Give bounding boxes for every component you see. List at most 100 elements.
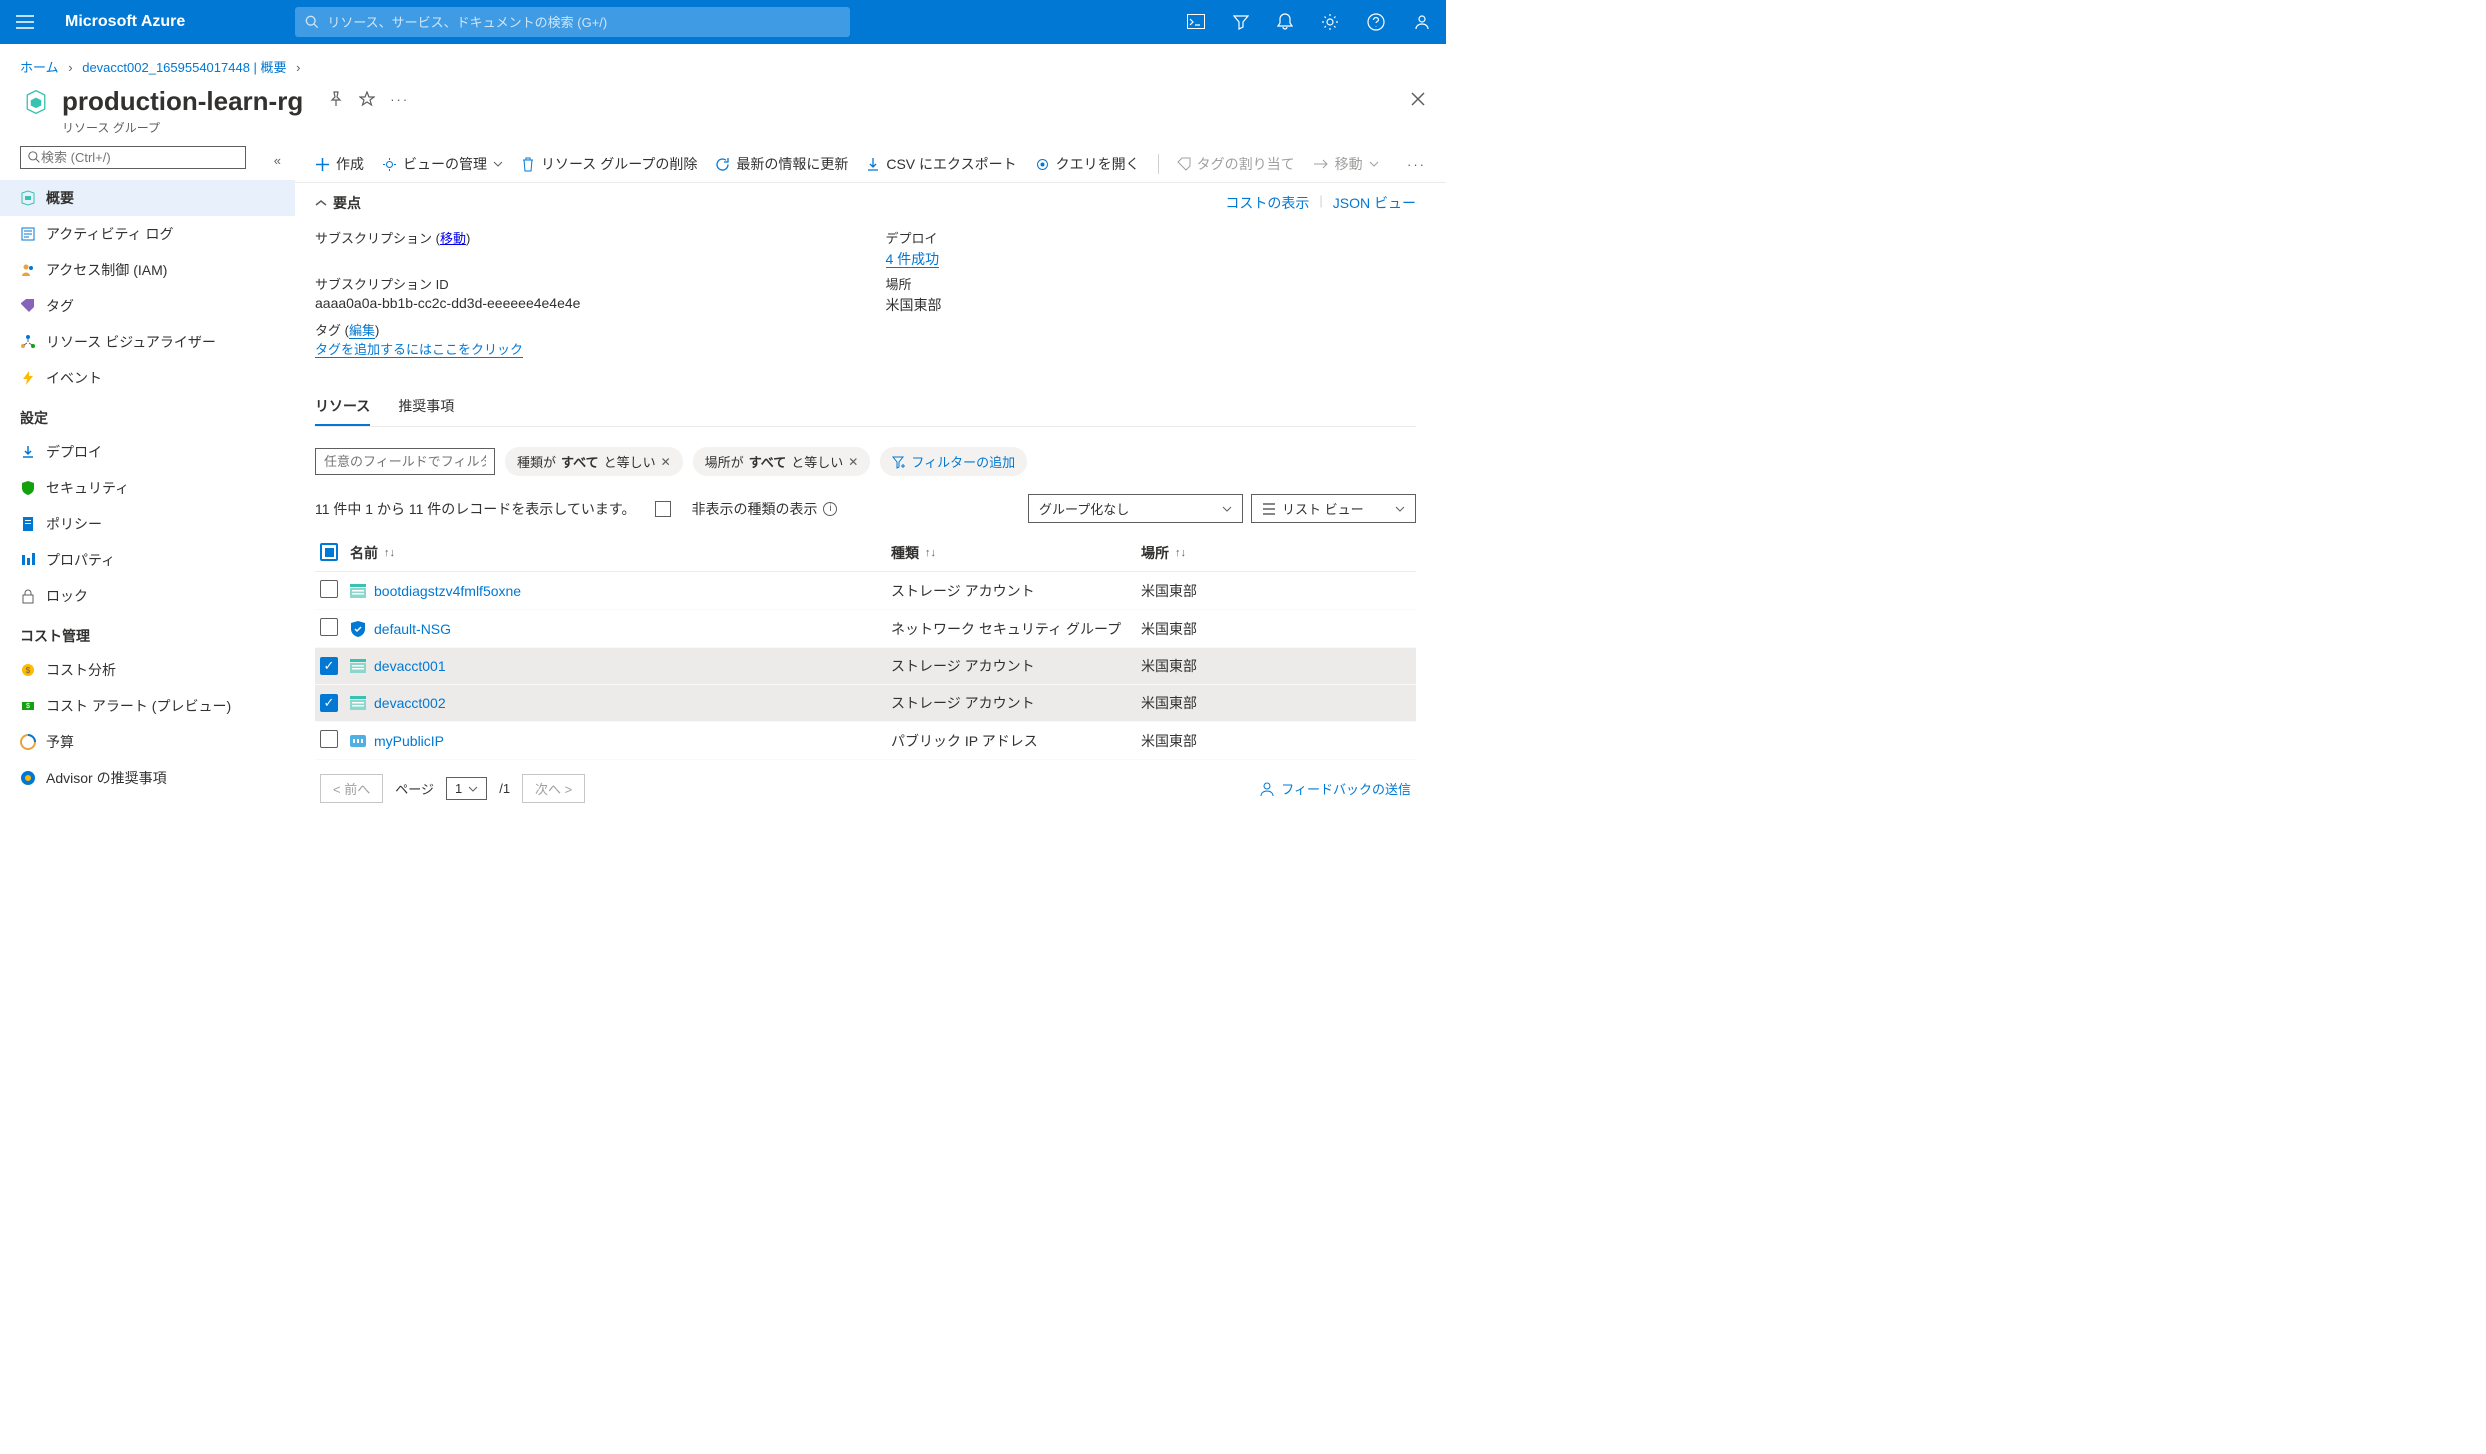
- nav-security[interactable]: セキュリティ: [0, 470, 295, 506]
- resource-link[interactable]: myPublicIP: [374, 733, 444, 749]
- sort-icon[interactable]: ↑↓: [1175, 547, 1186, 559]
- nav-visualizer[interactable]: リソース ビジュアライザー: [0, 324, 295, 360]
- nav-events[interactable]: イベント: [0, 360, 295, 396]
- assign-tag-button[interactable]: タグの割り当て: [1177, 154, 1295, 174]
- nav-activity-log[interactable]: アクティビティ ログ: [0, 216, 295, 252]
- row-checkbox[interactable]: ✓: [320, 694, 338, 712]
- gear-icon: [382, 157, 397, 172]
- sort-icon[interactable]: ↑↓: [384, 547, 395, 559]
- sidebar-search-input[interactable]: [41, 150, 238, 165]
- json-view-link[interactable]: JSON ビュー: [1333, 193, 1416, 213]
- nav-cost-alerts[interactable]: $コスト アラート (プレビュー): [0, 688, 295, 724]
- tags-edit-link[interactable]: 編集: [349, 323, 375, 339]
- table-row[interactable]: ✓ devacct001 ストレージ アカウント 米国東部: [315, 648, 1416, 685]
- resource-link[interactable]: default-NSG: [374, 621, 451, 637]
- star-icon[interactable]: [359, 91, 375, 107]
- chevron-down-icon: [1369, 161, 1379, 167]
- nav-lock[interactable]: ロック: [0, 578, 295, 614]
- delete-rg-button[interactable]: リソース グループの削除: [521, 154, 697, 174]
- pin-icon[interactable]: [328, 91, 344, 107]
- nav-budget[interactable]: 予算: [0, 724, 295, 760]
- prev-page-button[interactable]: < 前へ: [320, 774, 383, 803]
- add-filter-button[interactable]: フィルターの追加: [880, 447, 1027, 476]
- essentials-toggle[interactable]: 要点: [315, 193, 361, 213]
- hamburger-icon[interactable]: [10, 15, 40, 29]
- refresh-button[interactable]: 最新の情報に更新: [715, 154, 848, 174]
- view-management-button[interactable]: ビューの管理: [382, 154, 503, 174]
- row-checkbox[interactable]: ✓: [320, 657, 338, 675]
- group-by-select[interactable]: グループ化なし: [1028, 494, 1243, 523]
- resource-group-icon: [20, 86, 52, 118]
- nav-iam[interactable]: アクセス制御 (IAM): [0, 252, 295, 288]
- breadcrumb-parent[interactable]: devacct002_1659554017448 | 概要: [82, 60, 286, 75]
- tags-add-link[interactable]: タグを追加するにはここをクリック: [315, 342, 523, 358]
- table-row[interactable]: bootdiagstzv4fmlf5oxne ストレージ アカウント 米国東部: [315, 572, 1416, 610]
- sidebar-search[interactable]: [20, 146, 246, 169]
- resource-type: パブリック IP アドレス: [891, 731, 1141, 751]
- cost-view-link[interactable]: コストの表示: [1225, 193, 1309, 213]
- export-csv-button[interactable]: CSV にエクスポート: [866, 154, 1016, 174]
- open-query-button[interactable]: クエリを開く: [1035, 154, 1140, 174]
- cloud-shell-icon[interactable]: [1187, 13, 1205, 31]
- filter-input[interactable]: [315, 448, 495, 475]
- feedback-icon: [1259, 781, 1275, 797]
- table-row[interactable]: default-NSG ネットワーク セキュリティ グループ 米国東部: [315, 610, 1416, 648]
- nav-overview[interactable]: 概要: [0, 180, 295, 216]
- filter-icon[interactable]: [1233, 13, 1249, 31]
- brand-label[interactable]: Microsoft Azure: [65, 13, 185, 31]
- more-icon[interactable]: ···: [390, 92, 409, 107]
- close-icon[interactable]: ✕: [661, 455, 671, 469]
- info-icon[interactable]: i: [823, 502, 837, 516]
- settings-icon[interactable]: [1321, 13, 1339, 31]
- nav-advisor[interactable]: Advisor の推奨事項: [0, 760, 295, 796]
- row-checkbox[interactable]: [320, 618, 338, 636]
- nav-policy[interactable]: ポリシー: [0, 506, 295, 542]
- subscription-move-link[interactable]: 移動: [440, 231, 466, 246]
- select-all-checkbox[interactable]: [320, 543, 338, 561]
- resource-link[interactable]: devacct001: [374, 658, 446, 674]
- collapse-sidebar-icon[interactable]: «: [274, 153, 281, 168]
- page-header: production-learn-rg リソース グループ ···: [0, 81, 1446, 146]
- close-icon[interactable]: ✕: [848, 455, 858, 469]
- feedback-link[interactable]: フィードバックの送信: [1259, 779, 1411, 798]
- visualizer-icon: [20, 334, 36, 350]
- row-checkbox[interactable]: [320, 580, 338, 598]
- nav-properties[interactable]: プロパティ: [0, 542, 295, 578]
- chevron-down-icon: [493, 161, 503, 167]
- create-button[interactable]: 作成: [315, 154, 364, 174]
- global-search-input[interactable]: [327, 15, 840, 30]
- global-search[interactable]: [295, 7, 850, 37]
- deploy-link[interactable]: 4 件成功: [886, 251, 940, 268]
- shield-icon: [20, 480, 36, 496]
- essentials-header: 要点 コストの表示 | JSON ビュー: [315, 193, 1416, 213]
- hidden-types-checkbox[interactable]: [655, 501, 671, 517]
- sort-icon[interactable]: ↑↓: [925, 547, 936, 559]
- toolbar-overflow[interactable]: ···: [1407, 157, 1426, 172]
- next-page-button[interactable]: 次へ >: [522, 774, 585, 803]
- tab-resources[interactable]: リソース: [315, 388, 370, 426]
- chevron-down-icon: [1395, 506, 1405, 512]
- notifications-icon[interactable]: [1277, 13, 1293, 31]
- page-title: production-learn-rg: [62, 86, 303, 117]
- feedback-icon[interactable]: [1413, 13, 1431, 31]
- properties-icon: [20, 552, 36, 568]
- resource-link[interactable]: devacct002: [374, 695, 446, 711]
- people-icon: [20, 262, 36, 278]
- nav-deploy[interactable]: デプロイ: [0, 434, 295, 470]
- close-button[interactable]: [1410, 91, 1426, 107]
- svg-text:$: $: [26, 666, 31, 675]
- tab-recommendations[interactable]: 推奨事項: [398, 388, 454, 426]
- move-button[interactable]: 移動: [1313, 154, 1379, 174]
- nav-cost-analysis[interactable]: $コスト分析: [0, 652, 295, 688]
- table-row[interactable]: ✓ devacct002 ストレージ アカウント 米国東部: [315, 685, 1416, 722]
- breadcrumb-home[interactable]: ホーム: [20, 60, 59, 75]
- resource-link[interactable]: bootdiagstzv4fmlf5oxne: [374, 583, 521, 599]
- table-row[interactable]: myPublicIP パブリック IP アドレス 米国東部: [315, 722, 1416, 760]
- filter-pill-type[interactable]: 種類が すべて と等しい✕: [505, 447, 683, 476]
- help-icon[interactable]: [1367, 13, 1385, 31]
- row-checkbox[interactable]: [320, 730, 338, 748]
- page-select[interactable]: 1: [446, 777, 487, 800]
- view-mode-select[interactable]: リスト ビュー: [1251, 494, 1416, 523]
- filter-pill-location[interactable]: 場所が すべて と等しい✕: [693, 447, 871, 476]
- nav-tags[interactable]: タグ: [0, 288, 295, 324]
